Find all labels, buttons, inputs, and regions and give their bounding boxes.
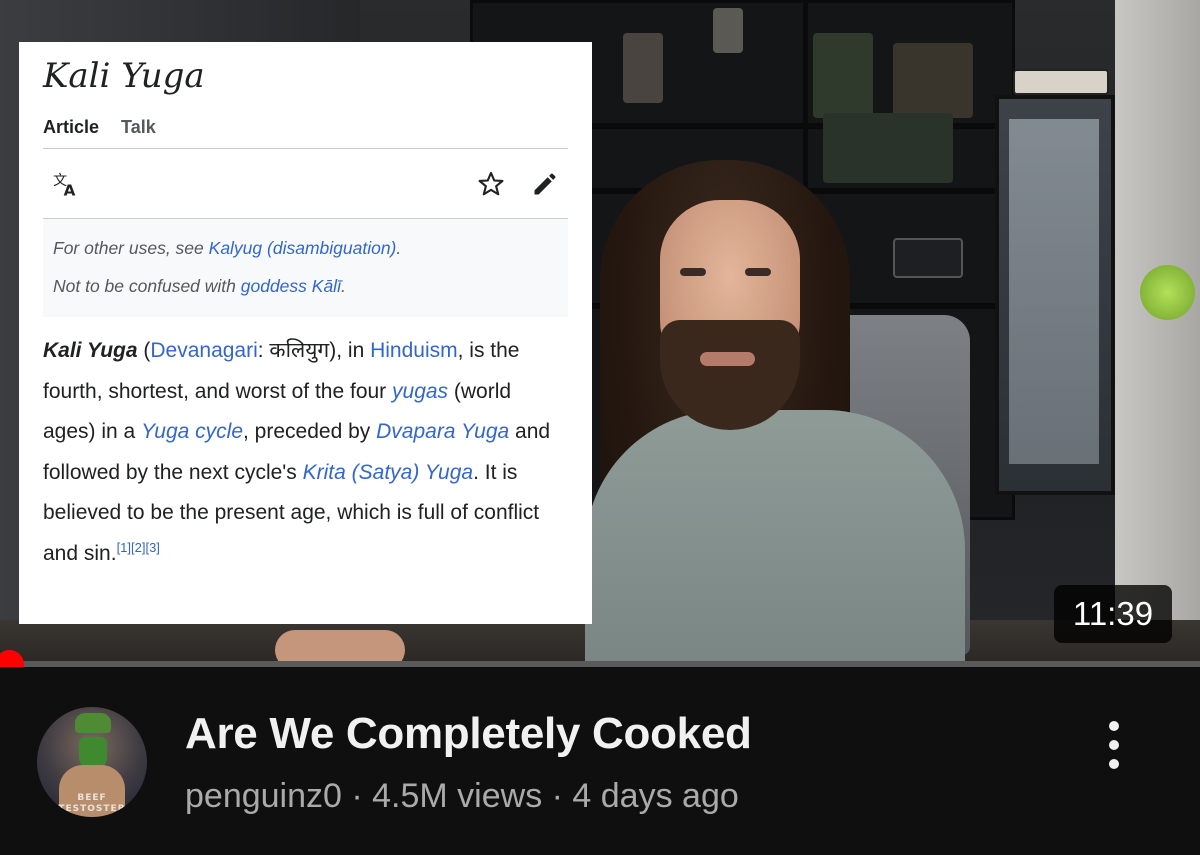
view-count: 4.5M views bbox=[372, 777, 543, 815]
wiki-body-paragraph: Kali Yuga (Devanagari: कलियुग), in Hindu… bbox=[43, 331, 568, 574]
tab-talk[interactable]: Talk bbox=[121, 117, 156, 138]
hatnote-text: . bbox=[396, 238, 402, 259]
video-player[interactable]: Kali Yuga Article Talk 文A For other uses… bbox=[0, 0, 1200, 665]
background-right-wall bbox=[1115, 0, 1200, 665]
channel-name[interactable]: penguinz0 bbox=[185, 777, 342, 815]
person-mouth bbox=[700, 352, 755, 366]
hatnote-text: . bbox=[340, 276, 346, 297]
person-hand bbox=[275, 630, 405, 665]
background-fridge bbox=[995, 69, 1115, 495]
wiki-hatnote: For other uses, see Kalyug (disambiguati… bbox=[43, 219, 568, 318]
svg-text:A: A bbox=[64, 182, 76, 198]
star-icon[interactable] bbox=[476, 169, 506, 199]
meta-separator: · bbox=[542, 777, 573, 815]
background-plant bbox=[1140, 265, 1195, 320]
person-eye-left bbox=[680, 268, 706, 276]
link-devanagari[interactable]: Devanagari bbox=[150, 339, 257, 362]
link-yugas[interactable]: yugas bbox=[392, 380, 448, 403]
edit-pencil-icon[interactable] bbox=[530, 169, 560, 199]
wikipedia-overlay: Kali Yuga Article Talk 文A For other uses… bbox=[19, 42, 592, 624]
meta-separator: · bbox=[341, 777, 373, 815]
channel-avatar[interactable]: BEEF TESTOSTER bbox=[37, 707, 147, 817]
wiki-toolbar: 文A bbox=[43, 149, 568, 220]
reference-links[interactable]: [1][2][3] bbox=[117, 540, 160, 555]
link-krita-satya-yuga[interactable]: Krita (Satya) Yuga bbox=[303, 461, 473, 484]
avatar-text: BEEF bbox=[77, 793, 107, 803]
link-goddess-kali[interactable]: goddess Kālī bbox=[241, 276, 341, 296]
video-title[interactable]: Are We Completely Cooked bbox=[185, 709, 752, 759]
upload-age: 4 days ago bbox=[572, 777, 739, 815]
body-text: : कलियुग), in bbox=[257, 339, 371, 363]
tab-article[interactable]: Article bbox=[43, 117, 99, 138]
link-kalyug-disambiguation[interactable]: Kalyug (disambiguation) bbox=[209, 238, 397, 258]
avatar-text: TESTOSTER bbox=[58, 804, 126, 814]
link-yuga-cycle[interactable]: Yuga cycle bbox=[141, 420, 243, 443]
duration-badge: 11:39 bbox=[1054, 585, 1172, 643]
translate-icon[interactable]: 文A bbox=[51, 169, 81, 199]
bold-term: Kali Yuga bbox=[43, 339, 138, 363]
body-text: ( bbox=[137, 339, 151, 363]
body-text: , preceded by bbox=[243, 420, 377, 444]
person-torso bbox=[585, 410, 965, 665]
person-eye-right bbox=[745, 268, 771, 276]
link-hinduism[interactable]: Hinduism bbox=[370, 339, 458, 362]
video-metadata: penguinz0 · 4.5M views · 4 days ago bbox=[185, 777, 739, 816]
more-options-icon[interactable] bbox=[1098, 717, 1130, 773]
hatnote-text: Not to be confused with bbox=[53, 276, 241, 297]
video-info-bar: BEEF TESTOSTER Are We Completely Cooked … bbox=[0, 667, 1200, 855]
wiki-tabs: Article Talk bbox=[43, 117, 568, 150]
wiki-title: Kali Yuga bbox=[43, 56, 205, 96]
link-dvapara-yuga[interactable]: Dvapara Yuga bbox=[376, 420, 509, 443]
hatnote-text: For other uses, see bbox=[53, 238, 209, 259]
avatar-cap bbox=[75, 713, 111, 733]
